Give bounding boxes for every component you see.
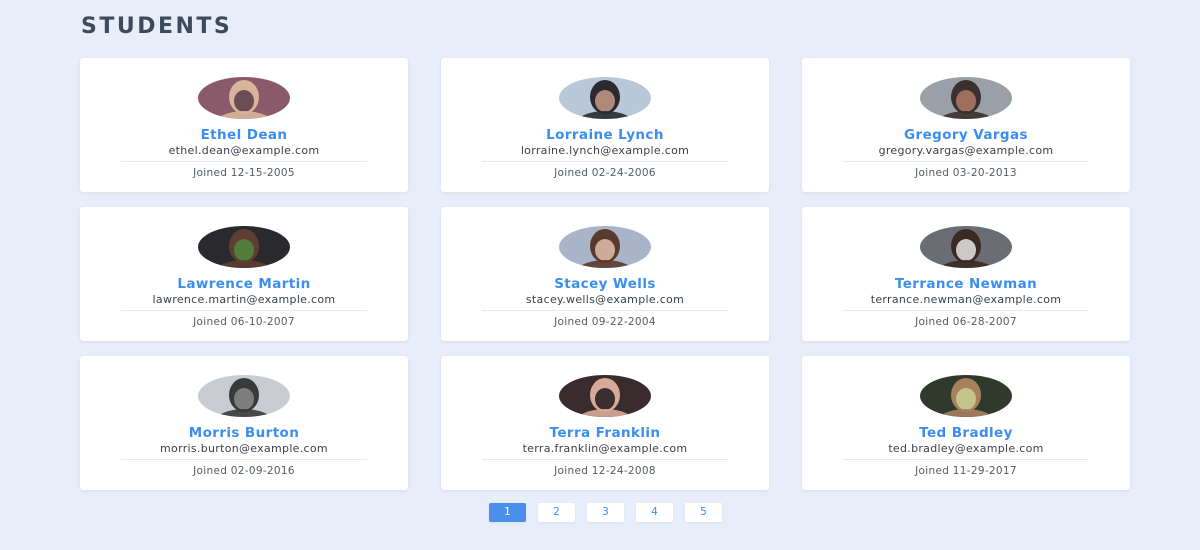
student-email: terrance.newman@example.com — [870, 293, 1062, 306]
student-joined-date: Joined 12-15-2005 — [193, 167, 295, 179]
student-card[interactable]: Ethel Dean ethel.dean@example.com Joined 1… — [80, 58, 408, 192]
student-avatar — [559, 77, 651, 119]
student-avatar — [198, 77, 290, 119]
card-divider — [121, 310, 367, 311]
card-divider — [843, 310, 1089, 311]
student-email: ted.bradley@example.com — [888, 442, 1044, 455]
student-card[interactable]: Morris Burton morris.burton@example.com Jo… — [80, 356, 408, 490]
card-divider — [482, 459, 728, 460]
student-avatar — [559, 226, 651, 268]
student-avatar — [559, 375, 651, 417]
student-email: terra.franklin@example.com — [522, 442, 688, 455]
student-name[interactable]: Lorraine Lynch — [546, 127, 664, 143]
student-joined-date: Joined 06-10-2007 — [193, 316, 295, 328]
card-divider — [121, 459, 367, 460]
student-email: ethel.dean@example.com — [168, 144, 320, 157]
student-card[interactable]: Stacey Wells stacey.wells@example.com Join… — [441, 207, 769, 341]
student-card[interactable]: Lorraine Lynch lorraine.lynch@example.com… — [441, 58, 769, 192]
page-button-4[interactable]: 4 — [636, 503, 673, 522]
student-joined-date: Joined 12-24-2008 — [554, 465, 656, 477]
student-email: lawrence.martin@example.com — [152, 293, 336, 306]
page-button-2[interactable]: 2 — [538, 503, 575, 522]
student-name[interactable]: Terra Franklin — [550, 425, 661, 441]
card-divider — [482, 310, 728, 311]
student-avatar — [920, 226, 1012, 268]
student-name[interactable]: Morris Burton — [189, 425, 299, 441]
student-avatar — [920, 375, 1012, 417]
student-avatar — [198, 226, 290, 268]
page-button-3[interactable]: 3 — [587, 503, 624, 522]
student-avatar — [920, 77, 1012, 119]
student-card[interactable]: Terrance Newman terrance.newman@example.c… — [802, 207, 1130, 341]
page-title: STUDENTS — [81, 14, 233, 39]
student-joined-date: Joined 03-20-2013 — [915, 167, 1017, 179]
student-card[interactable]: Gregory Vargas gregory.vargas@example.com… — [802, 58, 1130, 192]
student-grid: Ethel Dean ethel.dean@example.com Joined 1… — [80, 58, 1130, 490]
student-card[interactable]: Ted Bradley ted.bradley@example.com Joined… — [802, 356, 1130, 490]
student-joined-date: Joined 06-28-2007 — [915, 316, 1017, 328]
student-joined-date: Joined 09-22-2004 — [554, 316, 656, 328]
card-divider — [121, 161, 367, 162]
student-card[interactable]: Lawrence Martin lawrence.martin@example.c… — [80, 207, 408, 341]
card-divider — [843, 161, 1089, 162]
student-email: morris.burton@example.com — [160, 442, 328, 455]
student-card[interactable]: Terra Franklin terra.franklin@example.com… — [441, 356, 769, 490]
student-email: stacey.wells@example.com — [525, 293, 685, 306]
student-name[interactable]: Terrance Newman — [895, 276, 1037, 292]
page-button-1[interactable]: 1 — [489, 503, 526, 522]
student-name[interactable]: Lawrence Martin — [177, 276, 310, 292]
page-button-5[interactable]: 5 — [685, 503, 722, 522]
student-email: lorraine.lynch@example.com — [520, 144, 690, 157]
student-name[interactable]: Ted Bradley — [919, 425, 1013, 441]
student-joined-date: Joined 02-24-2006 — [554, 167, 656, 179]
student-joined-date: Joined 11-29-2017 — [915, 465, 1017, 477]
student-name[interactable]: Stacey Wells — [554, 276, 656, 292]
student-joined-date: Joined 02-09-2016 — [193, 465, 295, 477]
pagination: 12345 — [489, 503, 722, 522]
student-name[interactable]: Gregory Vargas — [904, 127, 1028, 143]
card-divider — [482, 161, 728, 162]
student-email: gregory.vargas@example.com — [878, 144, 1054, 157]
card-divider — [843, 459, 1089, 460]
student-avatar — [198, 375, 290, 417]
student-name[interactable]: Ethel Dean — [201, 127, 288, 143]
